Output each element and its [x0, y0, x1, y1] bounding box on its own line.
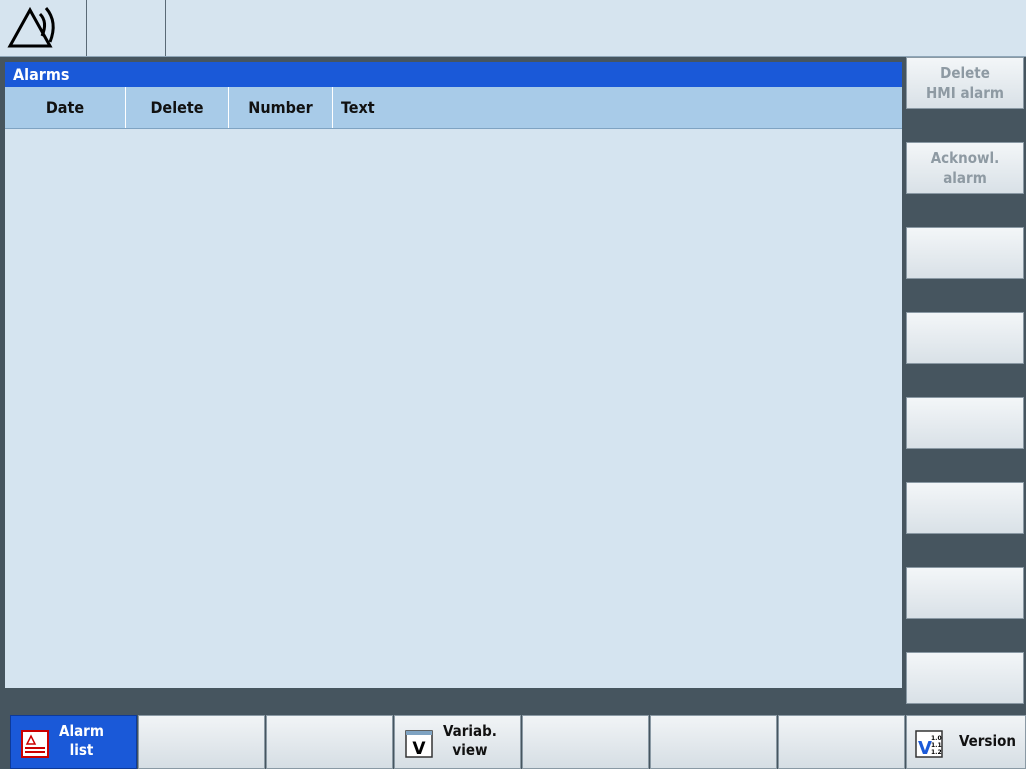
column-header-number[interactable]: Number: [229, 87, 333, 128]
column-header-date[interactable]: Date: [5, 87, 126, 128]
delete-hmi-alarm-button[interactable]: Delete HMI alarm: [906, 57, 1024, 109]
horizontal-softkey-3[interactable]: [266, 715, 393, 769]
alarms-panel: Alarms Date Delete Number Text: [5, 62, 902, 688]
variable-view-icon: V: [405, 730, 433, 759]
vertical-softkey-5[interactable]: [906, 397, 1024, 449]
header-bar: [0, 0, 1026, 57]
alarm-list-button[interactable]: Alarm list: [10, 715, 137, 769]
column-header-delete[interactable]: Delete: [126, 87, 229, 128]
acknowledge-alarm-button[interactable]: Acknowl. alarm: [906, 142, 1024, 194]
alarm-signal-icon[interactable]: [0, 0, 87, 56]
horizontal-softkey-6[interactable]: [650, 715, 777, 769]
alarm-list-icon: [21, 730, 49, 758]
variable-view-label: Variab. view: [443, 722, 497, 759]
svg-text:1.0: 1.0: [931, 735, 942, 742]
svg-text:1.1: 1.1: [931, 742, 942, 749]
svg-text:V: V: [412, 739, 426, 758]
horizontal-softkey-5[interactable]: [522, 715, 649, 769]
panel-title: Alarms: [5, 62, 902, 87]
vertical-softkey-3[interactable]: [906, 227, 1024, 279]
header-empty-cell: [87, 0, 166, 56]
table-header: Date Delete Number Text: [5, 87, 902, 129]
alarm-list-label: Alarm list: [59, 722, 104, 759]
version-button[interactable]: V 1.0 1.1 1.2 Version: [906, 715, 1026, 769]
svg-text:1.2: 1.2: [931, 749, 942, 756]
variable-view-button[interactable]: V Variab. view: [394, 715, 521, 769]
vertical-softkey-8[interactable]: [906, 652, 1024, 704]
column-header-text[interactable]: Text: [333, 87, 902, 128]
alarm-list-body[interactable]: [5, 129, 902, 688]
vertical-softkey-7[interactable]: [906, 567, 1024, 619]
svg-text:V: V: [918, 738, 932, 758]
version-icon: V 1.0 1.1 1.2: [915, 730, 943, 759]
horizontal-softkey-2[interactable]: [138, 715, 265, 769]
horizontal-softkey-7[interactable]: [778, 715, 905, 769]
version-label: Version: [959, 732, 1016, 750]
vertical-softkey-6[interactable]: [906, 482, 1024, 534]
vertical-softkey-4[interactable]: [906, 312, 1024, 364]
